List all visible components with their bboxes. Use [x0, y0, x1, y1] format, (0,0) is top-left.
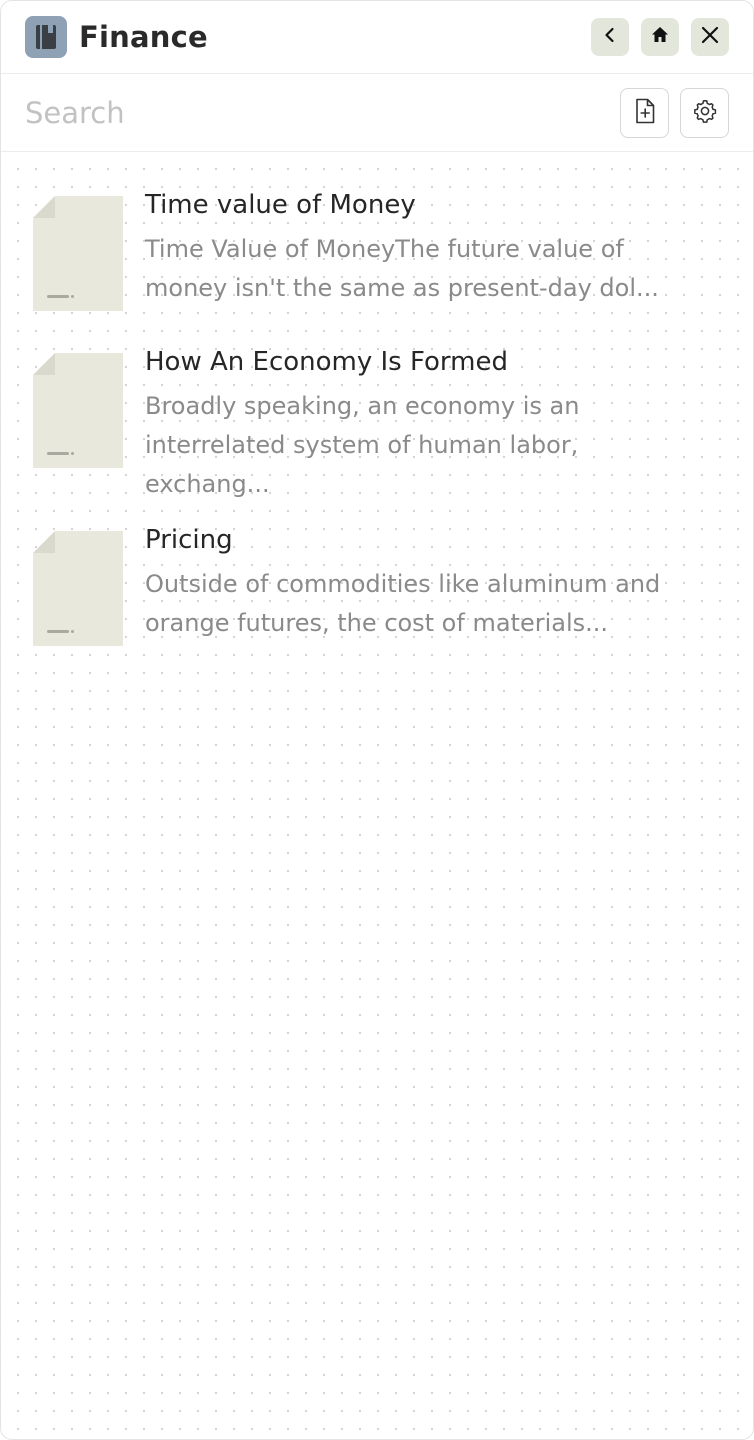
excerpt-line: Broadly speaking, an economy is an — [145, 392, 580, 420]
document-thumbnail — [33, 353, 123, 468]
document-thumbnail — [33, 196, 123, 311]
tool-buttons — [620, 87, 729, 138]
excerpt-line: Time Value of MoneyThe future value of — [145, 235, 624, 263]
list-item[interactable]: Time value of Money Time Value of MoneyT… — [1, 186, 753, 316]
list-item[interactable]: How An Economy Is Formed Broadly speakin… — [1, 343, 753, 503]
new-document-icon — [634, 98, 656, 128]
excerpt-line: money isn't the same as present-day dol.… — [145, 274, 659, 302]
close-icon — [700, 25, 720, 49]
home-button[interactable] — [641, 18, 679, 56]
title-bar: Finance — [1, 1, 753, 74]
note-title: Pricing — [145, 525, 233, 555]
close-button[interactable] — [691, 18, 729, 56]
notes-window: Finance Search Time value of Money Time … — [0, 0, 754, 1440]
nav-buttons — [591, 18, 729, 56]
settings-button[interactable] — [680, 87, 729, 138]
new-note-button[interactable] — [620, 87, 669, 138]
excerpt-line: interrelated system of human labor, — [145, 431, 579, 459]
notes-content: Time value of Money Time Value of MoneyT… — [1, 152, 753, 1439]
chevron-left-icon — [601, 26, 619, 48]
notebook-icon — [25, 16, 67, 58]
note-excerpt: Broadly speaking, an economy is an inter… — [145, 387, 713, 504]
gear-icon — [692, 98, 718, 128]
search-bar — [1, 74, 753, 152]
excerpt-line: Outside of commodities like aluminum and — [145, 570, 661, 598]
search-input[interactable] — [25, 95, 620, 130]
home-icon — [650, 25, 670, 49]
document-thumbnail — [33, 531, 123, 646]
excerpt-line: orange futures, the cost of materials... — [145, 609, 609, 637]
note-title: How An Economy Is Formed — [145, 347, 508, 377]
back-button[interactable] — [591, 18, 629, 56]
note-excerpt: Time Value of MoneyThe future value of m… — [145, 230, 713, 308]
excerpt-line: exchang... — [145, 470, 270, 498]
list-item[interactable]: Pricing Outside of commodities like alum… — [1, 521, 753, 651]
note-excerpt: Outside of commodities like aluminum and… — [145, 565, 713, 643]
app-title: Finance — [79, 20, 208, 54]
note-title: Time value of Money — [145, 190, 416, 220]
